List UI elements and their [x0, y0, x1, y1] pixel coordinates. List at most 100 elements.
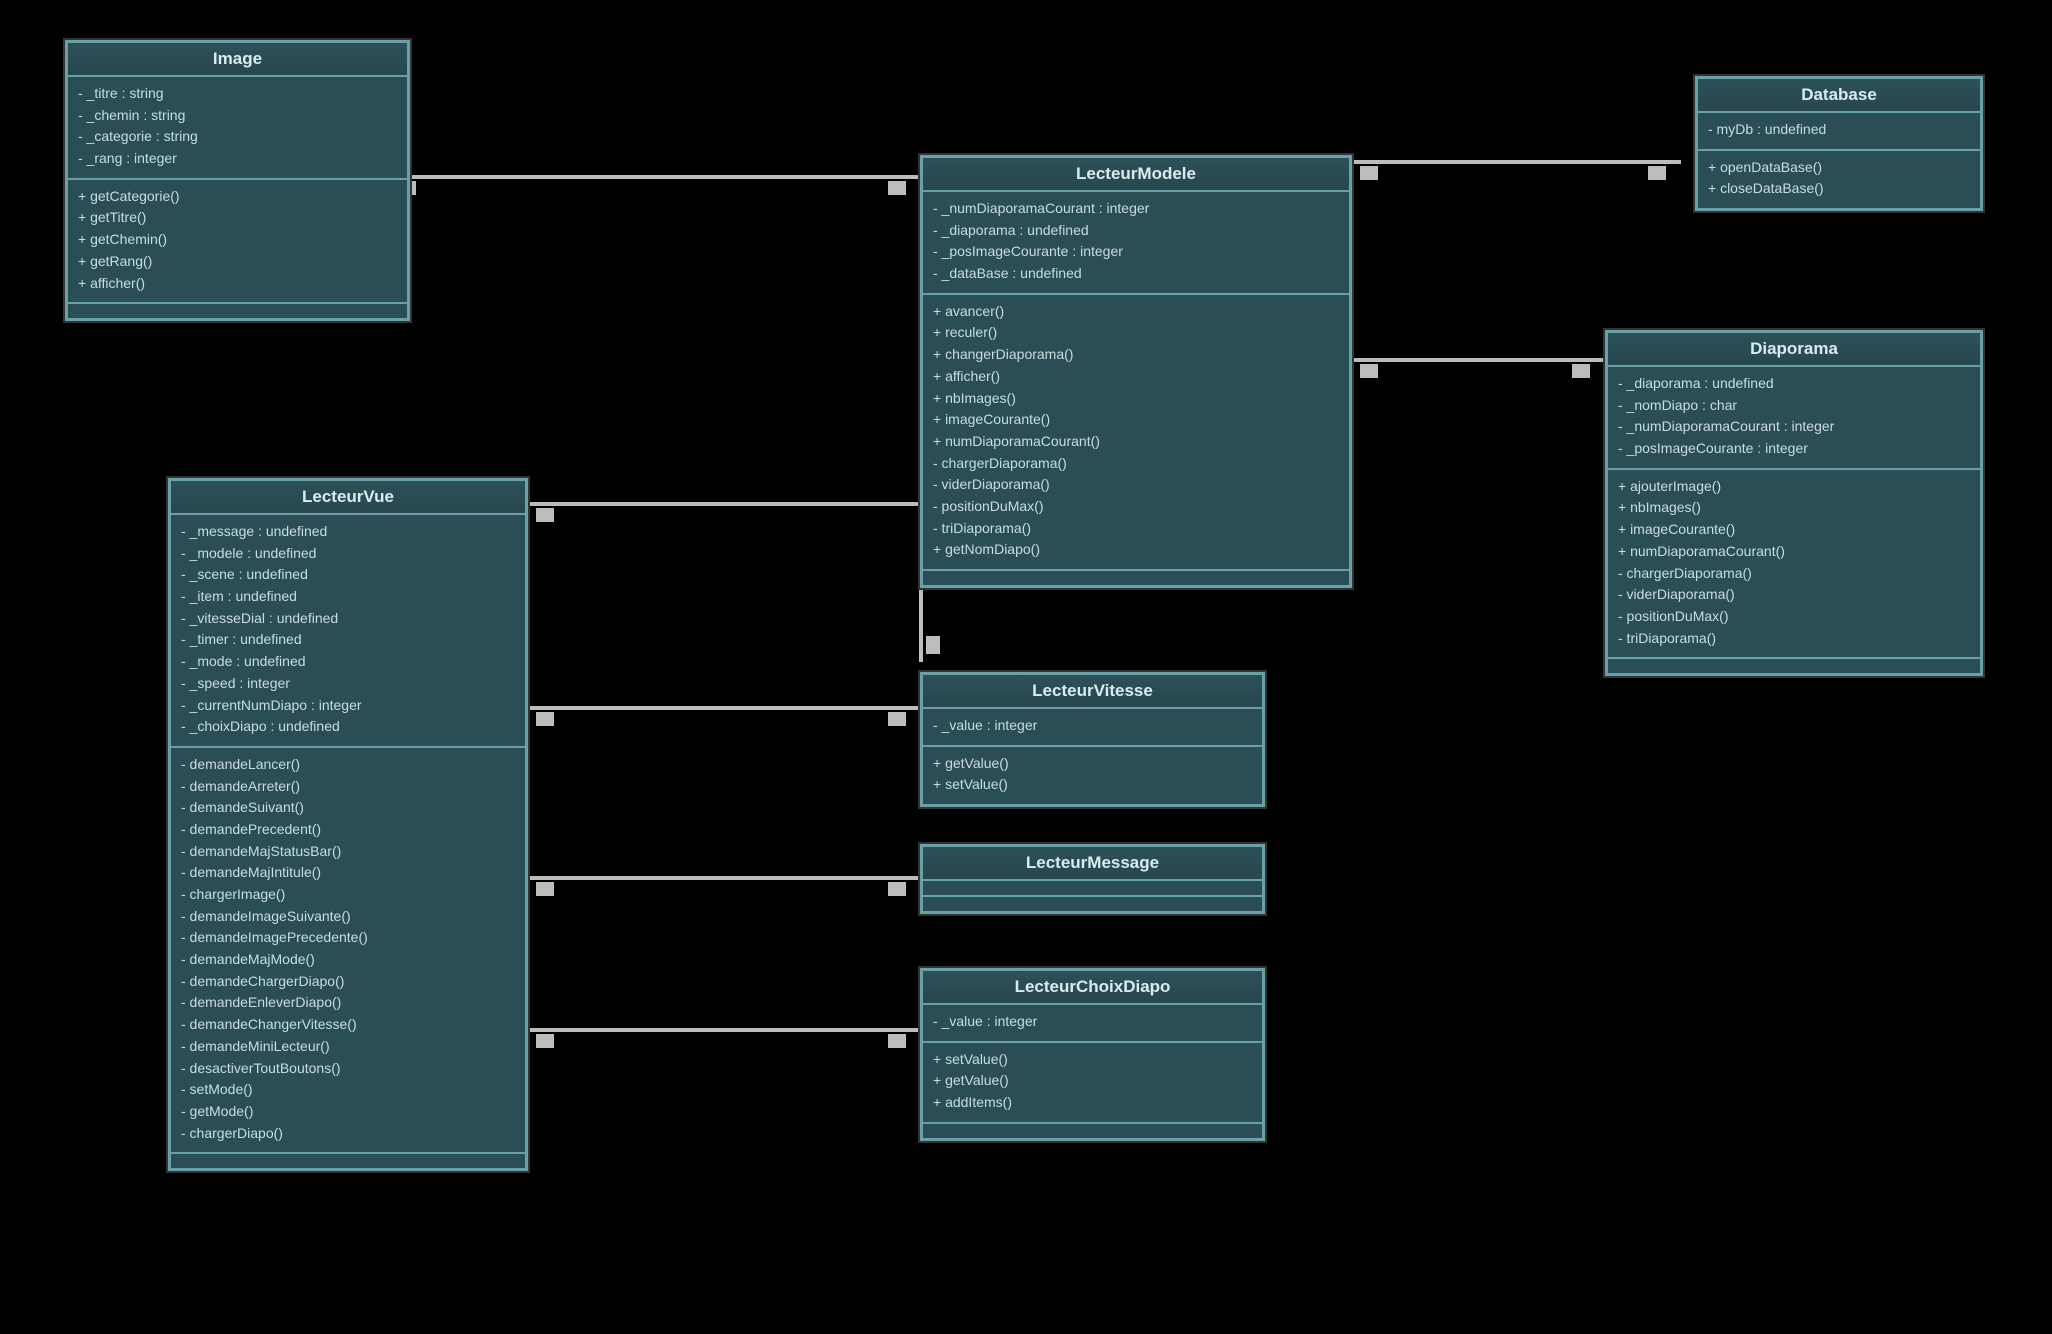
attr: - _speed : integer — [181, 673, 515, 695]
method: - desactiverToutBoutons() — [181, 1058, 515, 1080]
assoc-end-choix — [888, 1034, 906, 1048]
class-lecteurvitesse: LecteurVitesse - _value : integer + getV… — [920, 672, 1265, 807]
assoc-end-database — [1648, 166, 1666, 180]
attr: - _vitesseDial : undefined — [181, 608, 515, 630]
assoc-image-lecteurmodele — [384, 175, 920, 179]
assoc-end-lecteur-right-bot — [1360, 364, 1378, 378]
attr: - _numDiaporamaCourant : integer — [933, 198, 1339, 220]
class-database: Database - myDb : undefined + openDataBa… — [1695, 76, 1983, 211]
method: - demandeMajStatusBar() — [181, 841, 515, 863]
assoc-lecteurvue-lecteurmessage — [520, 876, 920, 880]
class-diaporama: Diaporama - _diaporama : undefined - _no… — [1605, 330, 1983, 676]
method: - demandeEnleverDiapo() — [181, 992, 515, 1014]
methods: + getValue() + setValue() — [923, 747, 1262, 804]
assoc-end-vue-top — [536, 508, 554, 522]
method: + getCategorie() — [78, 186, 397, 208]
method: + ajouterImage() — [1618, 476, 1970, 498]
method: + afficher() — [933, 366, 1339, 388]
method: - demandeMiniLecteur() — [181, 1036, 515, 1058]
extra — [1608, 659, 1980, 673]
method: + reculer() — [933, 322, 1339, 344]
method: + imageCourante() — [1618, 519, 1970, 541]
attr: - _timer : undefined — [181, 629, 515, 651]
class-title: Diaporama — [1608, 333, 1980, 367]
attr: - _message : undefined — [181, 521, 515, 543]
assoc-end-vitesse — [888, 712, 906, 726]
attr: - myDb : undefined — [1708, 119, 1970, 141]
assoc-lecteurmodele-diaporama — [1345, 358, 1605, 362]
methods — [923, 897, 1262, 911]
extra — [923, 571, 1349, 585]
methods: + ajouterImage() + nbImages() + imageCou… — [1608, 470, 1980, 660]
method: + numDiaporamaCourant() — [933, 431, 1339, 453]
assoc-lecteurvue-lecteurvitesse — [520, 706, 920, 710]
attr: - _dataBase : undefined — [933, 263, 1339, 285]
method: + openDataBase() — [1708, 157, 1970, 179]
method: - demandeMajMode() — [181, 949, 515, 971]
methods: + getCategorie() + getTitre() + getChemi… — [68, 180, 407, 304]
method: - positionDuMax() — [1618, 606, 1970, 628]
class-lecteurchoixdiapo: LecteurChoixDiapo - _value : integer + s… — [920, 968, 1265, 1141]
methods: - demandeLancer() - demandeArreter() - d… — [171, 748, 525, 1154]
class-title: Database — [1698, 79, 1980, 113]
attr: - _categorie : string — [78, 126, 397, 148]
attributes: - _message : undefined - _modele : undef… — [171, 515, 525, 748]
attr: - _value : integer — [933, 1011, 1252, 1033]
attr: - _chemin : string — [78, 105, 397, 127]
attr: - _numDiaporamaCourant : integer — [1618, 416, 1970, 438]
method: - demandePrecedent() — [181, 819, 515, 841]
method: + afficher() — [78, 273, 397, 295]
method: - triDiaporama() — [1618, 628, 1970, 650]
class-title: LecteurModele — [923, 158, 1349, 192]
assoc-end-vue-message — [536, 882, 554, 896]
method: + closeDataBase() — [1708, 178, 1970, 200]
assoc-end-vue-choix — [536, 1034, 554, 1048]
assoc-lecteurvue-lecteurmodele-h — [520, 502, 923, 506]
attr: - _item : undefined — [181, 586, 515, 608]
methods: + setValue() + getValue() + addItems() — [923, 1043, 1262, 1124]
attributes: - _numDiaporamaCourant : integer - _diap… — [923, 192, 1349, 295]
class-image: Image - _titre : string - _chemin : stri… — [65, 40, 410, 321]
method: - demandeArreter() — [181, 776, 515, 798]
method: - chargerImage() — [181, 884, 515, 906]
method: - demandeChangerVitesse() — [181, 1014, 515, 1036]
method: - demandeLancer() — [181, 754, 515, 776]
attr: - _choixDiapo : undefined — [181, 716, 515, 738]
extra — [171, 1154, 525, 1168]
method: + numDiaporamaCourant() — [1618, 541, 1970, 563]
assoc-end-lecteur-left-top — [888, 181, 906, 195]
attributes: - _value : integer — [923, 709, 1262, 747]
class-lecteurvue: LecteurVue - _message : undefined - _mod… — [168, 478, 528, 1171]
attributes — [923, 881, 1262, 897]
assoc-end-vue-vitesse — [536, 712, 554, 726]
method: - positionDuMax() — [933, 496, 1339, 518]
class-lecteurmessage: LecteurMessage — [920, 844, 1265, 914]
method: + getValue() — [933, 753, 1252, 775]
attr: - _mode : undefined — [181, 651, 515, 673]
attr: - _diaporama : undefined — [1618, 373, 1970, 395]
class-title: LecteurVue — [171, 481, 525, 515]
assoc-lecteurmodele-database — [1345, 160, 1681, 164]
method: - chargerDiaporama() — [933, 453, 1339, 475]
methods: + avancer() + reculer() + changerDiapora… — [923, 295, 1349, 571]
method: + imageCourante() — [933, 409, 1339, 431]
method: + changerDiaporama() — [933, 344, 1339, 366]
class-title: LecteurMessage — [923, 847, 1262, 881]
method: + addItems() — [933, 1092, 1252, 1114]
method: - demandeChargerDiapo() — [181, 971, 515, 993]
assoc-end-lecteur-bottom — [926, 636, 940, 654]
attributes: - _titre : string - _chemin : string - _… — [68, 77, 407, 180]
assoc-end-message — [888, 882, 906, 896]
attr: - _nomDiapo : char — [1618, 395, 1970, 417]
assoc-end-lecteur-right-top — [1360, 166, 1378, 180]
method: + getChemin() — [78, 229, 397, 251]
attr: - _modele : undefined — [181, 543, 515, 565]
method: - triDiaporama() — [933, 518, 1339, 540]
method: + avancer() — [933, 301, 1339, 323]
attr: - _posImageCourante : integer — [933, 241, 1339, 263]
method: - setMode() — [181, 1079, 515, 1101]
assoc-end-diaporama — [1572, 364, 1590, 378]
method: - demandeImageSuivante() — [181, 906, 515, 928]
attr: - _posImageCourante : integer — [1618, 438, 1970, 460]
method: + setValue() — [933, 1049, 1252, 1071]
